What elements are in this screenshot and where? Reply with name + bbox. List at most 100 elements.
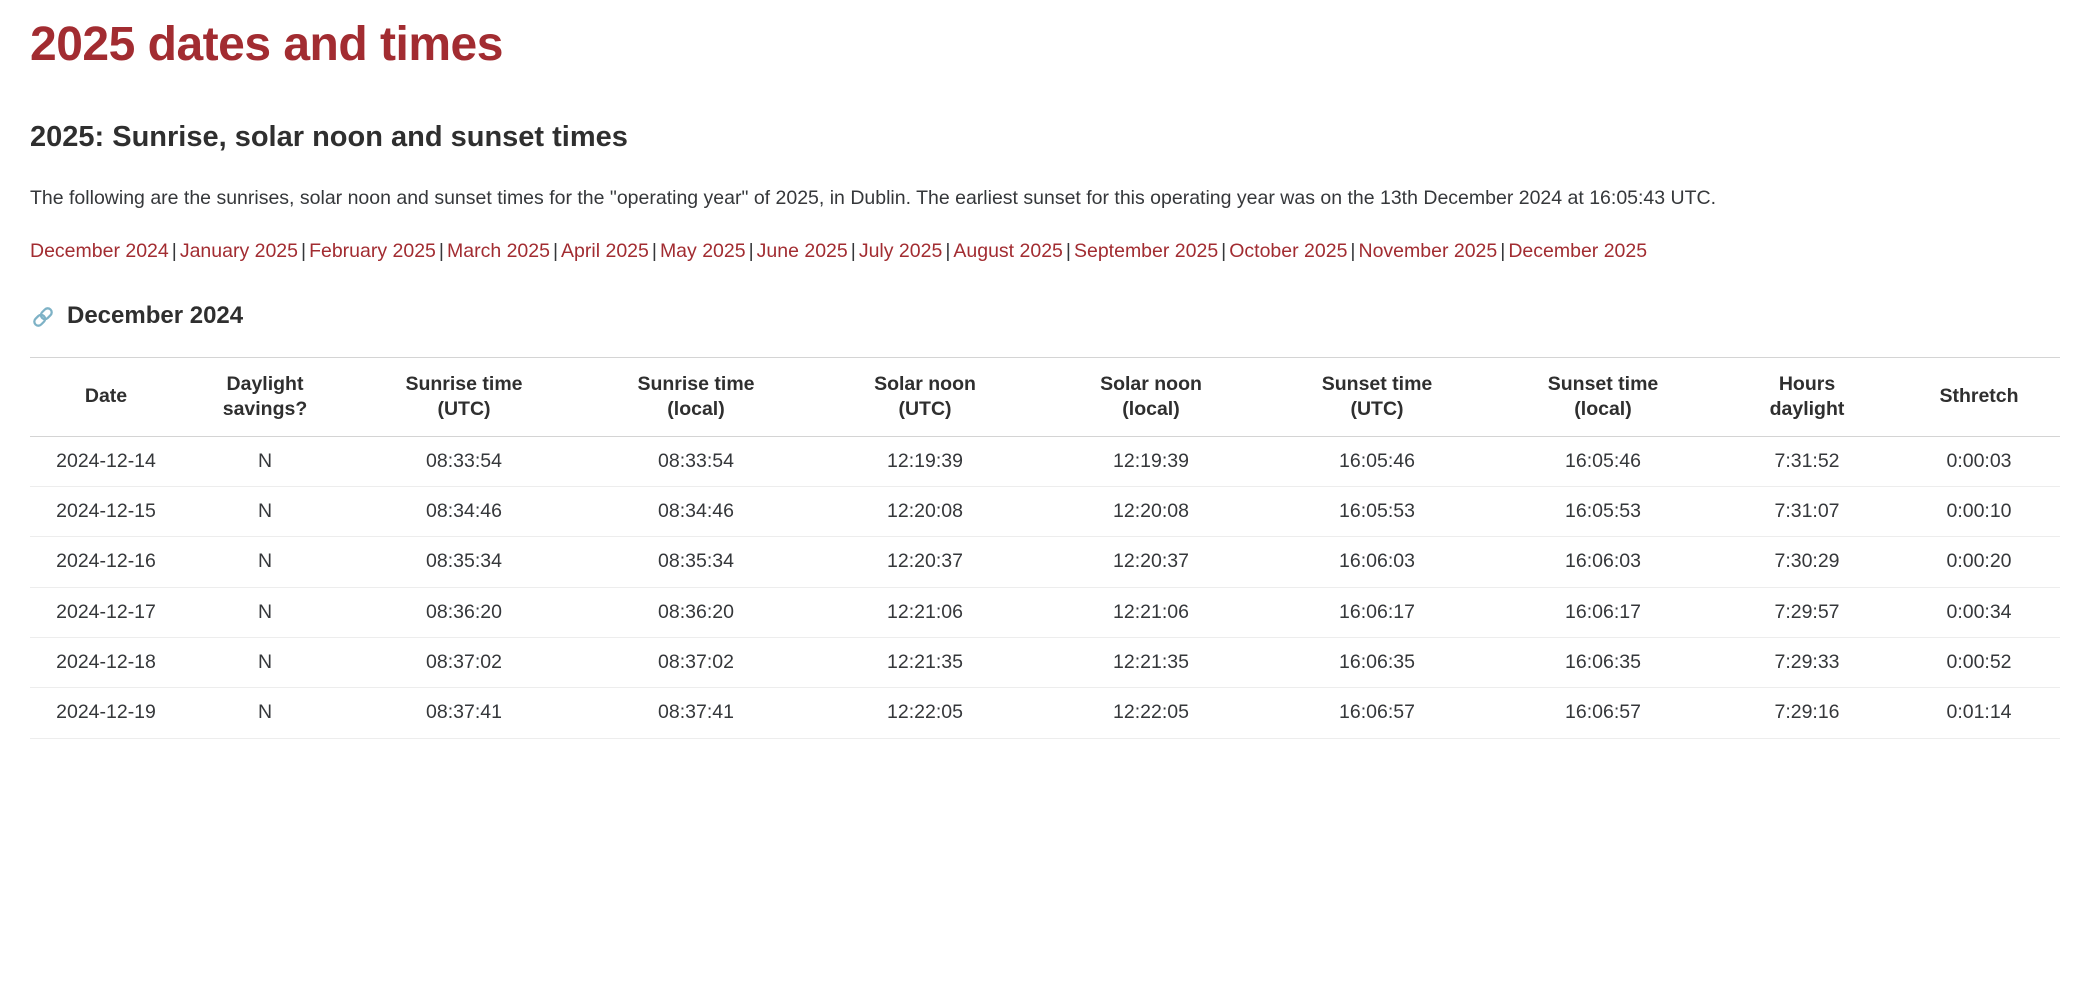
- month-link-june-2025[interactable]: June 2025: [757, 240, 848, 262]
- month-link-december-2024[interactable]: December 2024: [30, 240, 169, 262]
- cell-date: 2024-12-17: [30, 587, 182, 639]
- cell-sunset-local: 16:06:57: [1490, 687, 1716, 739]
- cell-daylight-savings: N: [182, 637, 348, 689]
- cell-solar-noon-utc: 12:20:37: [812, 536, 1038, 588]
- table-row: 2024-12-15 N 08:34:46 08:34:46 12:20:08 12:20…: [30, 486, 2060, 538]
- cell-solar-noon-local: 12:20:37: [1038, 536, 1264, 588]
- column-header-line2: (UTC): [1350, 397, 1404, 420]
- column-header-line1: Daylight: [226, 372, 304, 395]
- cell-sunrise-local: 08:34:46: [580, 486, 812, 538]
- cell-hours-daylight: 7:31:52: [1716, 436, 1898, 487]
- cell-sthretch: 0:00:10: [1898, 486, 2060, 538]
- cell-daylight-savings: N: [182, 587, 348, 639]
- column-header-line1: Sunrise time: [637, 372, 755, 395]
- cell-sunrise-utc: 08:33:54: [348, 436, 580, 487]
- month-link-separator: |: [945, 240, 951, 263]
- column-header-line2: savings?: [222, 397, 308, 420]
- month-link-february-2025[interactable]: February 2025: [309, 240, 436, 262]
- month-link-separator: |: [1065, 240, 1071, 263]
- table-header: Date Daylight savings? Sunrise time (UTC) Sun…: [30, 356, 2060, 437]
- cell-sunset-utc: 16:05:53: [1264, 486, 1490, 538]
- intro-paragraph: The following are the sunrises, solar no…: [30, 186, 1717, 209]
- month-link-december-2025[interactable]: December 2025: [1508, 240, 1647, 262]
- cell-sunrise-utc: 08:36:20: [348, 587, 580, 639]
- section-heading: 2025: Sunrise, solar noon and sunset tim…: [30, 120, 628, 153]
- link-icon[interactable]: [30, 304, 56, 330]
- cell-sunset-local: 16:06:03: [1490, 536, 1716, 588]
- cell-sunset-utc: 16:06:03: [1264, 536, 1490, 588]
- cell-sunset-local: 16:05:46: [1490, 436, 1716, 487]
- cell-solar-noon-utc: 12:19:39: [812, 436, 1038, 487]
- month-link-separator: |: [171, 240, 177, 263]
- cell-sthretch: 0:00:03: [1898, 436, 2060, 487]
- cell-daylight-savings: N: [182, 436, 348, 487]
- month-link-july-2025[interactable]: July 2025: [859, 240, 942, 262]
- cell-daylight-savings: N: [182, 536, 348, 588]
- column-header-sunset-time: Sunset time (UTC): [1264, 356, 1490, 437]
- cell-solar-noon-local: 12:19:39: [1038, 436, 1264, 487]
- month-link-separator: |: [438, 240, 444, 263]
- cell-sunrise-local: 08:33:54: [580, 436, 812, 487]
- column-header-line2: daylight: [1769, 397, 1845, 420]
- cell-date: 2024-12-14: [30, 436, 182, 487]
- cell-solar-noon-utc: 12:20:08: [812, 486, 1038, 538]
- column-header-daylight: Daylight savings?: [182, 356, 348, 437]
- cell-solar-noon-local: 12:21:35: [1038, 637, 1264, 689]
- column-header-line2: (local): [1574, 397, 1632, 420]
- cell-sunrise-local: 08:35:34: [580, 536, 812, 588]
- column-header-line1: Solar noon: [1100, 372, 1202, 395]
- month-section-heading: December 2024: [30, 302, 2059, 331]
- cell-hours-daylight: 7:30:29: [1716, 536, 1898, 588]
- cell-solar-noon-utc: 12:22:05: [812, 687, 1038, 739]
- table-row: 2024-12-19 N 08:37:41 08:37:41 12:22:05 12:22…: [30, 687, 2060, 739]
- month-link-separator: |: [850, 240, 856, 263]
- month-link-separator: |: [1221, 240, 1227, 263]
- cell-solar-noon-utc: 12:21:35: [812, 637, 1038, 689]
- column-header-date: Date: [30, 356, 182, 437]
- cell-sthretch: 0:01:14: [1898, 687, 2060, 739]
- cell-sthretch: 0:00:20: [1898, 536, 2060, 588]
- month-link-january-2025[interactable]: January 2025: [180, 240, 298, 262]
- column-header-line1: Sthretch: [1939, 385, 2019, 408]
- cell-sunset-local: 16:05:53: [1490, 486, 1716, 538]
- cell-date: 2024-12-16: [30, 536, 182, 588]
- cell-sunrise-local: 08:37:41: [580, 687, 812, 739]
- table-row: 2024-12-14 N 08:33:54 08:33:54 12:19:39 12:19…: [30, 436, 2060, 487]
- column-header-line2: (local): [1122, 397, 1180, 420]
- cell-sunrise-utc: 08:35:34: [348, 536, 580, 588]
- table-body: 2024-12-14 N 08:33:54 08:33:54 12:19:39 12:19…: [30, 436, 2060, 739]
- month-link-separator: |: [552, 240, 559, 263]
- month-link-may-2025[interactable]: May 2025: [660, 240, 746, 262]
- month-link-march-2025[interactable]: March 2025: [447, 240, 550, 262]
- cell-hours-daylight: 7:29:16: [1716, 687, 1898, 739]
- sun-times-table: Date Daylight savings? Sunrise time (UTC) Sun…: [30, 356, 2060, 739]
- page-title: 2025 dates and times: [30, 18, 503, 71]
- month-link-separator: |: [748, 240, 754, 263]
- column-header-sunset-time: Sunset time (local): [1490, 356, 1716, 437]
- month-link-separator: |: [1500, 240, 1506, 263]
- cell-hours-daylight: 7:31:07: [1716, 486, 1898, 538]
- month-link-april-2025[interactable]: April 2025: [561, 240, 649, 262]
- cell-sunrise-local: 08:36:20: [580, 587, 812, 639]
- month-link-august-2025[interactable]: August 2025: [953, 240, 1063, 262]
- cell-solar-noon-local: 12:20:08: [1038, 486, 1264, 538]
- month-link-september-2025[interactable]: September 2025: [1074, 240, 1218, 262]
- column-header-line2: (UTC): [437, 397, 491, 420]
- month-link-october-2025[interactable]: October 2025: [1229, 240, 1347, 262]
- cell-sunset-local: 16:06:35: [1490, 637, 1716, 689]
- table-row: 2024-12-17 N 08:36:20 08:36:20 12:21:06 12:21…: [30, 587, 2060, 639]
- table-row: 2024-12-16 N 08:35:34 08:35:34 12:20:37 12:20…: [30, 536, 2060, 588]
- cell-sunset-utc: 16:06:57: [1264, 687, 1490, 739]
- column-header-line2: (UTC): [898, 397, 952, 420]
- cell-date: 2024-12-15: [30, 486, 182, 538]
- month-link-separator: |: [651, 240, 657, 263]
- month-link-separator: |: [1350, 240, 1356, 263]
- cell-daylight-savings: N: [182, 687, 348, 739]
- column-header-line2: (local): [667, 397, 725, 420]
- cell-sunrise-utc: 08:37:41: [348, 687, 580, 739]
- month-link-separator: |: [301, 240, 307, 263]
- column-header-solar-noon: Solar noon (UTC): [812, 356, 1038, 437]
- cell-sunrise-local: 08:37:02: [580, 637, 812, 689]
- month-link-november-2025[interactable]: November 2025: [1359, 240, 1498, 262]
- cell-solar-noon-local: 12:21:06: [1038, 587, 1264, 639]
